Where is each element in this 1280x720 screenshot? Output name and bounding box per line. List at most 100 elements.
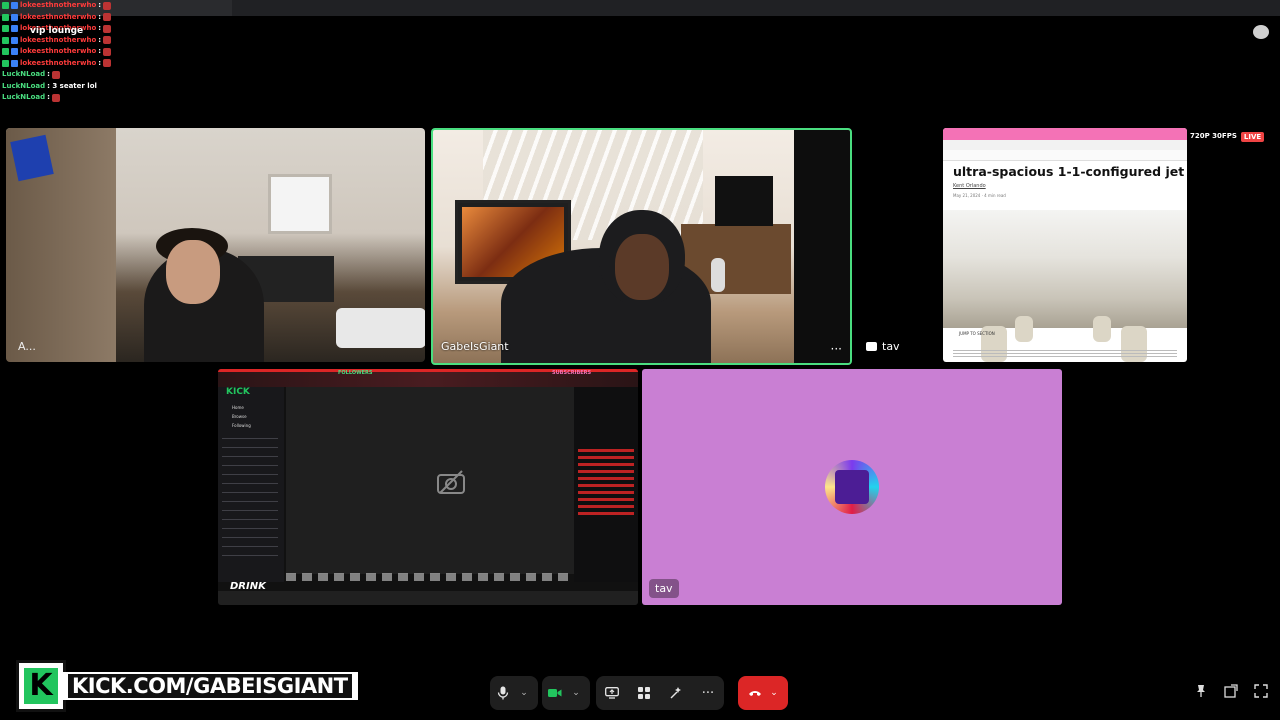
kick-logo-icon: K [16, 660, 66, 712]
chat-overlay: lokeesthnotherwho: lokeesthnotherwho: lo… [2, 0, 262, 104]
share-screen-icon[interactable] [599, 676, 625, 710]
chat-bubble-icon[interactable] [1253, 25, 1269, 39]
pin-icon[interactable] [1192, 682, 1210, 700]
badge-icon [2, 25, 9, 33]
browser-urlbar [943, 140, 1187, 150]
mic-icon[interactable] [490, 676, 516, 710]
badge-icon [11, 25, 18, 33]
screenshare-kick-tile[interactable]: FOLLOWERS SUBSCRIBERS KICK Home Browse F… [218, 369, 638, 605]
background-monitor [715, 176, 773, 226]
kick-url-text: KICK.COM/GABEISGIANT [68, 674, 352, 698]
camera-off-icon [437, 470, 465, 494]
apps-icon[interactable] [631, 676, 657, 710]
kick-nav-browse: Browse [232, 414, 247, 419]
jet-cabin-photo [943, 210, 1187, 362]
article-date: May 21, 2024 · 4 min read [953, 193, 1006, 198]
badge-icon [11, 13, 18, 21]
popout-icon[interactable] [1222, 682, 1240, 700]
screenshare-article-tile[interactable]: ultra-spacious 1-1-configured jet Kent O… [943, 128, 1187, 362]
background-window [268, 174, 332, 234]
more-options-icon[interactable]: ··· [831, 342, 842, 356]
chevron-down-icon[interactable]: ⌄ [568, 676, 584, 710]
badge-icon [11, 2, 18, 10]
emote-icon [103, 13, 112, 22]
camera-icon[interactable] [542, 676, 568, 710]
chat-line: lokeesthnotherwho: [2, 46, 262, 58]
overlay-topbar: FOLLOWERS SUBSCRIBERS [218, 369, 638, 387]
badge-icon [2, 36, 9, 44]
jump-to-section[interactable]: JUMP TO SECTION [959, 331, 995, 336]
subscribers-label: SUBSCRIBERS [552, 370, 592, 376]
view-controls [1192, 682, 1270, 700]
camera-control[interactable]: ⌄ [542, 676, 590, 710]
kick-category-tabs [286, 573, 574, 581]
background-bed [336, 308, 425, 348]
emote-icon [103, 59, 112, 68]
emote-icon [51, 93, 60, 102]
kick-chat-messages [578, 449, 634, 519]
kick-logo: KICK [226, 387, 250, 397]
participant-tile-tav[interactable]: tav [642, 369, 1062, 605]
fullscreen-icon[interactable] [1252, 682, 1270, 700]
badge-icon [11, 36, 18, 44]
badge-icon [2, 13, 9, 21]
participant-tile-a[interactable]: A... [6, 128, 425, 362]
chat-username: LuckNLoad [2, 81, 46, 90]
leave-call-button[interactable]: ⌄ [738, 676, 788, 710]
chat-message: : [98, 35, 102, 44]
chat-line: lokeesthnotherwho: [2, 0, 262, 12]
mic-control[interactable]: ⌄ [490, 676, 538, 710]
participant-face [166, 240, 220, 304]
browser-tabbar [943, 128, 1187, 140]
emote-icon [103, 1, 112, 10]
emote-icon [51, 70, 60, 79]
chat-line: lokeesthnotherwho: [2, 35, 262, 47]
background-door [794, 130, 850, 363]
hangup-icon [749, 691, 762, 696]
chat-username: LuckNLoad [2, 70, 46, 78]
followers-label: FOLLOWERS [338, 370, 373, 376]
article-author: Kent Orlando [953, 183, 986, 189]
chat-line: LuckNLoad: [2, 92, 262, 104]
chat-username: LuckNLoad [2, 93, 46, 101]
emote-icon [103, 24, 112, 33]
chat-message: : [98, 47, 102, 55]
chat-message: : [98, 1, 102, 9]
participant-tile-gabeisgiant[interactable]: GabeIsGiant ··· [431, 128, 852, 365]
chat-message: : [47, 70, 50, 78]
chat-message: : [47, 93, 50, 101]
microphone-prop [711, 258, 725, 292]
chat-username: lokeesthnotherwho [20, 58, 97, 67]
chat-line: LuckNLoad: [2, 69, 262, 81]
kick-logo-letter: K [24, 668, 58, 704]
chat-message: : [98, 12, 102, 21]
actions-group: ··· [596, 676, 724, 710]
chevron-down-icon[interactable]: ⌄ [770, 688, 778, 698]
emote-icon [103, 36, 112, 45]
browser-bookmarks [943, 150, 1187, 161]
chevron-down-icon[interactable]: ⌄ [516, 676, 532, 710]
more-options-icon[interactable]: ··· [695, 676, 721, 710]
effects-icon[interactable] [663, 676, 689, 710]
badge-icon [11, 59, 18, 67]
chat-username: lokeesthnotherwho [20, 12, 97, 21]
stream-badges: 720P 30FPS LIVE [1190, 132, 1265, 142]
kick-url-box: KICK.COM/GABEISGIANT [62, 672, 358, 700]
chat-username: lokeesthnotherwho [20, 47, 97, 55]
emote-icon [103, 47, 112, 56]
chat-line: lokeesthnotherwho: [2, 58, 262, 70]
badge-icon [2, 2, 9, 10]
kick-banner: K KICK.COM/GABEISGIANT [16, 660, 358, 712]
kick-nav-following: Following [232, 423, 251, 428]
os-taskbar [218, 591, 638, 605]
article-headline: ultra-spacious 1-1-configured jet [953, 164, 1185, 179]
chat-message: : [98, 58, 102, 67]
avatar-image [835, 470, 869, 504]
chat-message: : 3 seater lol [47, 81, 97, 90]
chat-message: : [98, 24, 102, 32]
chat-username: lokeesthnotherwho [20, 1, 97, 9]
badge-icon [2, 59, 9, 67]
chat-username: lokeesthnotherwho [20, 35, 97, 44]
control-bar: ⌄ ⌄ ··· ⌄ [490, 676, 788, 710]
badge-icon [2, 48, 9, 56]
